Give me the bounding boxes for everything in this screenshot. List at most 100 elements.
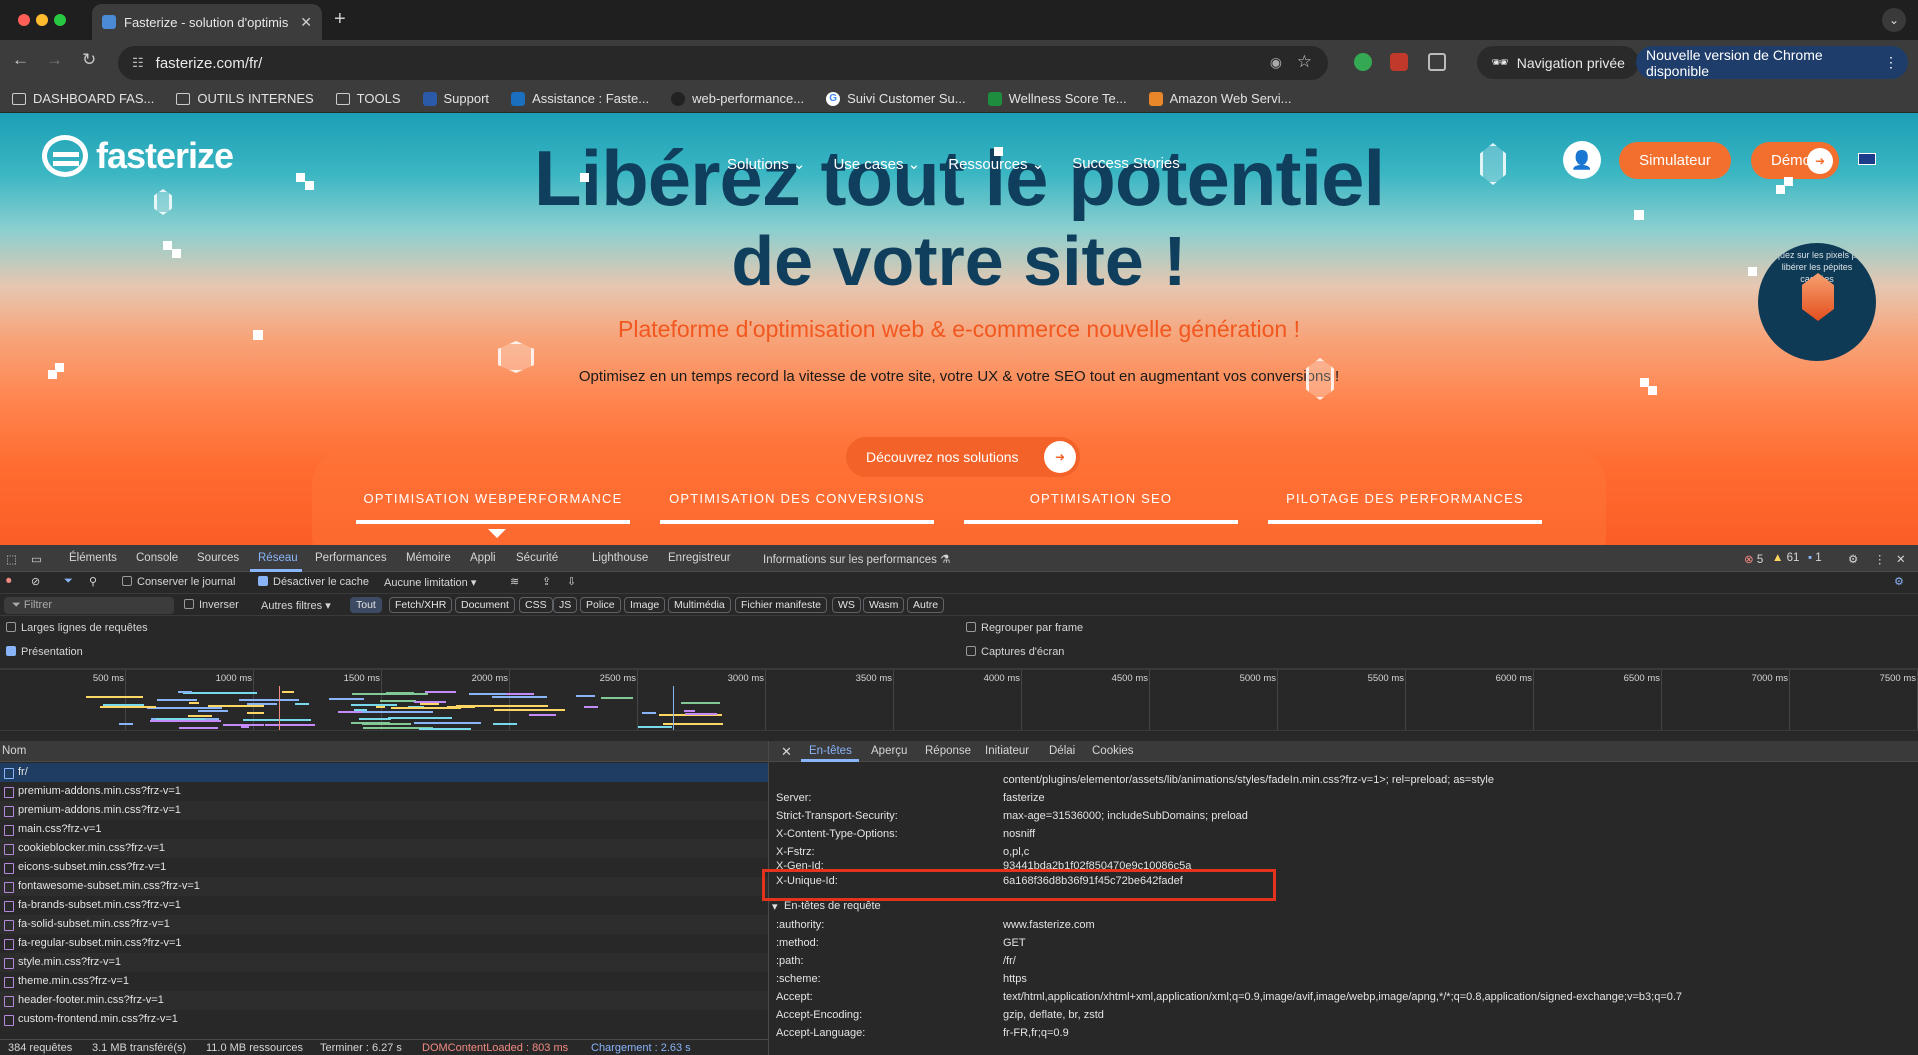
request-row[interactable]: premium-addons.min.css?frz-v=1 (0, 801, 768, 820)
new-tab-button[interactable]: + (334, 8, 346, 31)
bookmark-assistance[interactable]: Assistance : Faste... (511, 91, 649, 106)
request-row[interactable]: style.min.css?frz-v=1 (0, 953, 768, 972)
clear-icon[interactable]: ⊘ (31, 575, 40, 588)
site-info-icon[interactable]: ☷ (132, 55, 144, 71)
close-window-button[interactable] (18, 14, 30, 26)
nav-solutions[interactable]: Solutions ⌄ (727, 155, 805, 173)
tab-performance[interactable]: Performances (315, 552, 387, 564)
tab-application[interactable]: Appli (470, 552, 496, 564)
tab-memory[interactable]: Mémoire (406, 552, 451, 564)
tab-sources[interactable]: Sources (197, 552, 239, 564)
request-headers-section-title[interactable]: ▾ En-têtes de requête (772, 900, 1912, 918)
bookmark-outils-internes[interactable]: OUTILS INTERNES (176, 91, 314, 106)
bookmark-dashboard[interactable]: DASHBOARD FAS... (12, 91, 154, 106)
device-toolbar-icon[interactable]: ▭ (31, 552, 42, 566)
filter-funnel-icon[interactable]: ⏷ (64, 575, 73, 588)
tab-seo[interactable]: OPTIMISATION SEO (964, 491, 1238, 524)
record-stop-icon[interactable]: ⏺ (6, 575, 12, 588)
bookmark-tools[interactable]: TOOLS (335, 91, 401, 106)
request-row[interactable]: premium-addons.min.css?frz-v=1 (0, 782, 768, 801)
tab-recorder[interactable]: Enregistreur (668, 552, 731, 564)
error-count[interactable]: ⊗ 5 (1744, 552, 1763, 566)
bookmark-star-icon[interactable]: ☆ (1297, 52, 1312, 72)
uk-flag-icon[interactable] (1858, 153, 1876, 165)
tab-search-button[interactable]: ⌄ (1882, 8, 1906, 32)
tracking-protection-icon[interactable]: ◉ (1270, 54, 1282, 71)
bookmark-support[interactable]: Support (422, 91, 489, 106)
extension-green-icon[interactable] (1354, 53, 1372, 71)
tab-webperformance[interactable]: OPTIMISATION WEBPERFORMANCE (356, 491, 630, 524)
back-icon[interactable]: ← (12, 50, 29, 70)
request-row[interactable]: main.css?frz-v=1 (0, 820, 768, 839)
extension-red-icon[interactable] (1390, 53, 1408, 71)
tab-preview[interactable]: Aperçu (871, 745, 907, 757)
request-row[interactable]: cookieblocker.min.css?frz-v=1 (0, 839, 768, 858)
other-filters-dropdown[interactable]: Autres filtres ▾ (261, 599, 331, 612)
screenshots-checkbox[interactable]: Captures d'écran (966, 646, 1064, 658)
maximize-window-button[interactable] (54, 14, 66, 26)
tab-initiator[interactable]: Initiateur (985, 745, 1029, 757)
bookmark-wellness-score[interactable]: Wellness Score Te... (987, 91, 1127, 106)
name-column-header[interactable]: Nom (0, 741, 768, 762)
chip-css[interactable]: CSS (519, 597, 553, 613)
preserve-log-checkbox[interactable]: Conserver le journal (122, 576, 235, 588)
filter-input[interactable]: ⏷ Filtrer (4, 597, 174, 614)
network-timeline-overview[interactable]: 500 ms 1000 ms 1500 ms 2000 ms 2500 ms 3… (0, 669, 1918, 731)
request-row[interactable]: header-footer.min.css?frz-v=1 (0, 991, 768, 1010)
request-row[interactable]: fa-brands-subset.min.css?frz-v=1 (0, 896, 768, 915)
inspect-element-icon[interactable]: ⬚ (6, 552, 17, 566)
request-row[interactable]: eicons-subset.min.css?frz-v=1 (0, 858, 768, 877)
chip-all[interactable]: Tout (350, 597, 382, 613)
discover-solutions-button[interactable]: Découvrez nos solutions ➜ (846, 437, 1080, 477)
large-rows-checkbox[interactable]: Larges lignes de requêtes (6, 622, 148, 634)
chrome-update-button[interactable]: Nouvelle version de Chrome disponible ⋮ (1636, 46, 1908, 79)
bookmark-aws[interactable]: Amazon Web Servi... (1148, 91, 1292, 106)
export-har-icon[interactable]: ⇩ (567, 575, 576, 588)
bookmark-web-performance[interactable]: web-performance... (671, 91, 804, 106)
tab-conversions[interactable]: OPTIMISATION DES CONVERSIONS (660, 491, 934, 524)
chip-manifest[interactable]: Fichier manifeste (735, 597, 827, 613)
forward-icon[interactable]: → (46, 50, 63, 70)
throttling-select[interactable]: Aucune limitation ▾ (384, 576, 476, 589)
invert-checkbox[interactable]: Inverser (184, 599, 239, 611)
import-har-icon[interactable]: ⇪ (542, 575, 551, 588)
private-browsing-indicator[interactable]: 🕶 Navigation privée (1477, 46, 1639, 79)
group-by-frame-checkbox[interactable]: Regrouper par frame (966, 622, 1083, 634)
extensions-puzzle-icon[interactable] (1428, 53, 1446, 71)
tab-console[interactable]: Console (136, 552, 178, 564)
chip-wasm[interactable]: Wasm (863, 597, 905, 613)
request-row[interactable]: fontawesome-subset.min.css?frz-v=1 (0, 877, 768, 896)
bookmark-suivi-customer[interactable]: G Suivi Customer Su... (826, 91, 966, 106)
chip-fetch-xhr[interactable]: Fetch/XHR (389, 597, 453, 613)
chip-js[interactable]: JS (553, 597, 578, 613)
chip-ws[interactable]: WS (832, 597, 861, 613)
site-logo[interactable]: fasterize (42, 135, 234, 177)
message-count[interactable]: ▪ 1 (1808, 552, 1822, 564)
tab-response[interactable]: Réponse (925, 745, 971, 757)
warning-count[interactable]: ▲ 61 (1772, 552, 1799, 564)
tab-performance-insights[interactable]: Informations sur les performances ⚗ (763, 552, 950, 566)
reload-icon[interactable]: ↻ (82, 50, 96, 70)
chip-document[interactable]: Document (455, 597, 515, 613)
tab-cookies[interactable]: Cookies (1092, 745, 1134, 757)
settings-gear-icon[interactable]: ⚙ (1848, 552, 1858, 566)
user-account-icon[interactable]: 👤 (1563, 141, 1601, 179)
search-icon[interactable]: ⚲ (89, 575, 97, 588)
nav-success-stories[interactable]: Success Stories (1072, 155, 1180, 173)
network-conditions-icon[interactable]: ≋ (510, 575, 519, 588)
more-options-icon[interactable]: ⋮ (1874, 552, 1886, 566)
address-bar[interactable]: ☷ fasterize.com/fr/ ◉ ☆ (118, 46, 1328, 80)
tab-elements[interactable]: Éléments (69, 552, 117, 564)
demo-button[interactable]: Démo ➜ (1751, 142, 1839, 179)
request-row[interactable]: custom-frontend.min.css?frz-v=1 (0, 1010, 768, 1029)
chip-font[interactable]: Police (580, 597, 621, 613)
tab-headers[interactable]: En-têtes (809, 745, 852, 757)
minimize-window-button[interactable] (36, 14, 48, 26)
request-row[interactable]: theme.min.css?frz-v=1 (0, 972, 768, 991)
close-devtools-icon[interactable]: ✕ (1896, 552, 1906, 566)
close-tab-icon[interactable]: ✕ (300, 14, 312, 31)
request-row[interactable]: fa-solid-subset.min.css?frz-v=1 (0, 915, 768, 934)
chip-media[interactable]: Multimédia (668, 597, 731, 613)
request-row[interactable]: fa-regular-subset.min.css?frz-v=1 (0, 934, 768, 953)
browser-tab[interactable]: Fasterize - solution d'optimis ✕ (92, 4, 322, 40)
